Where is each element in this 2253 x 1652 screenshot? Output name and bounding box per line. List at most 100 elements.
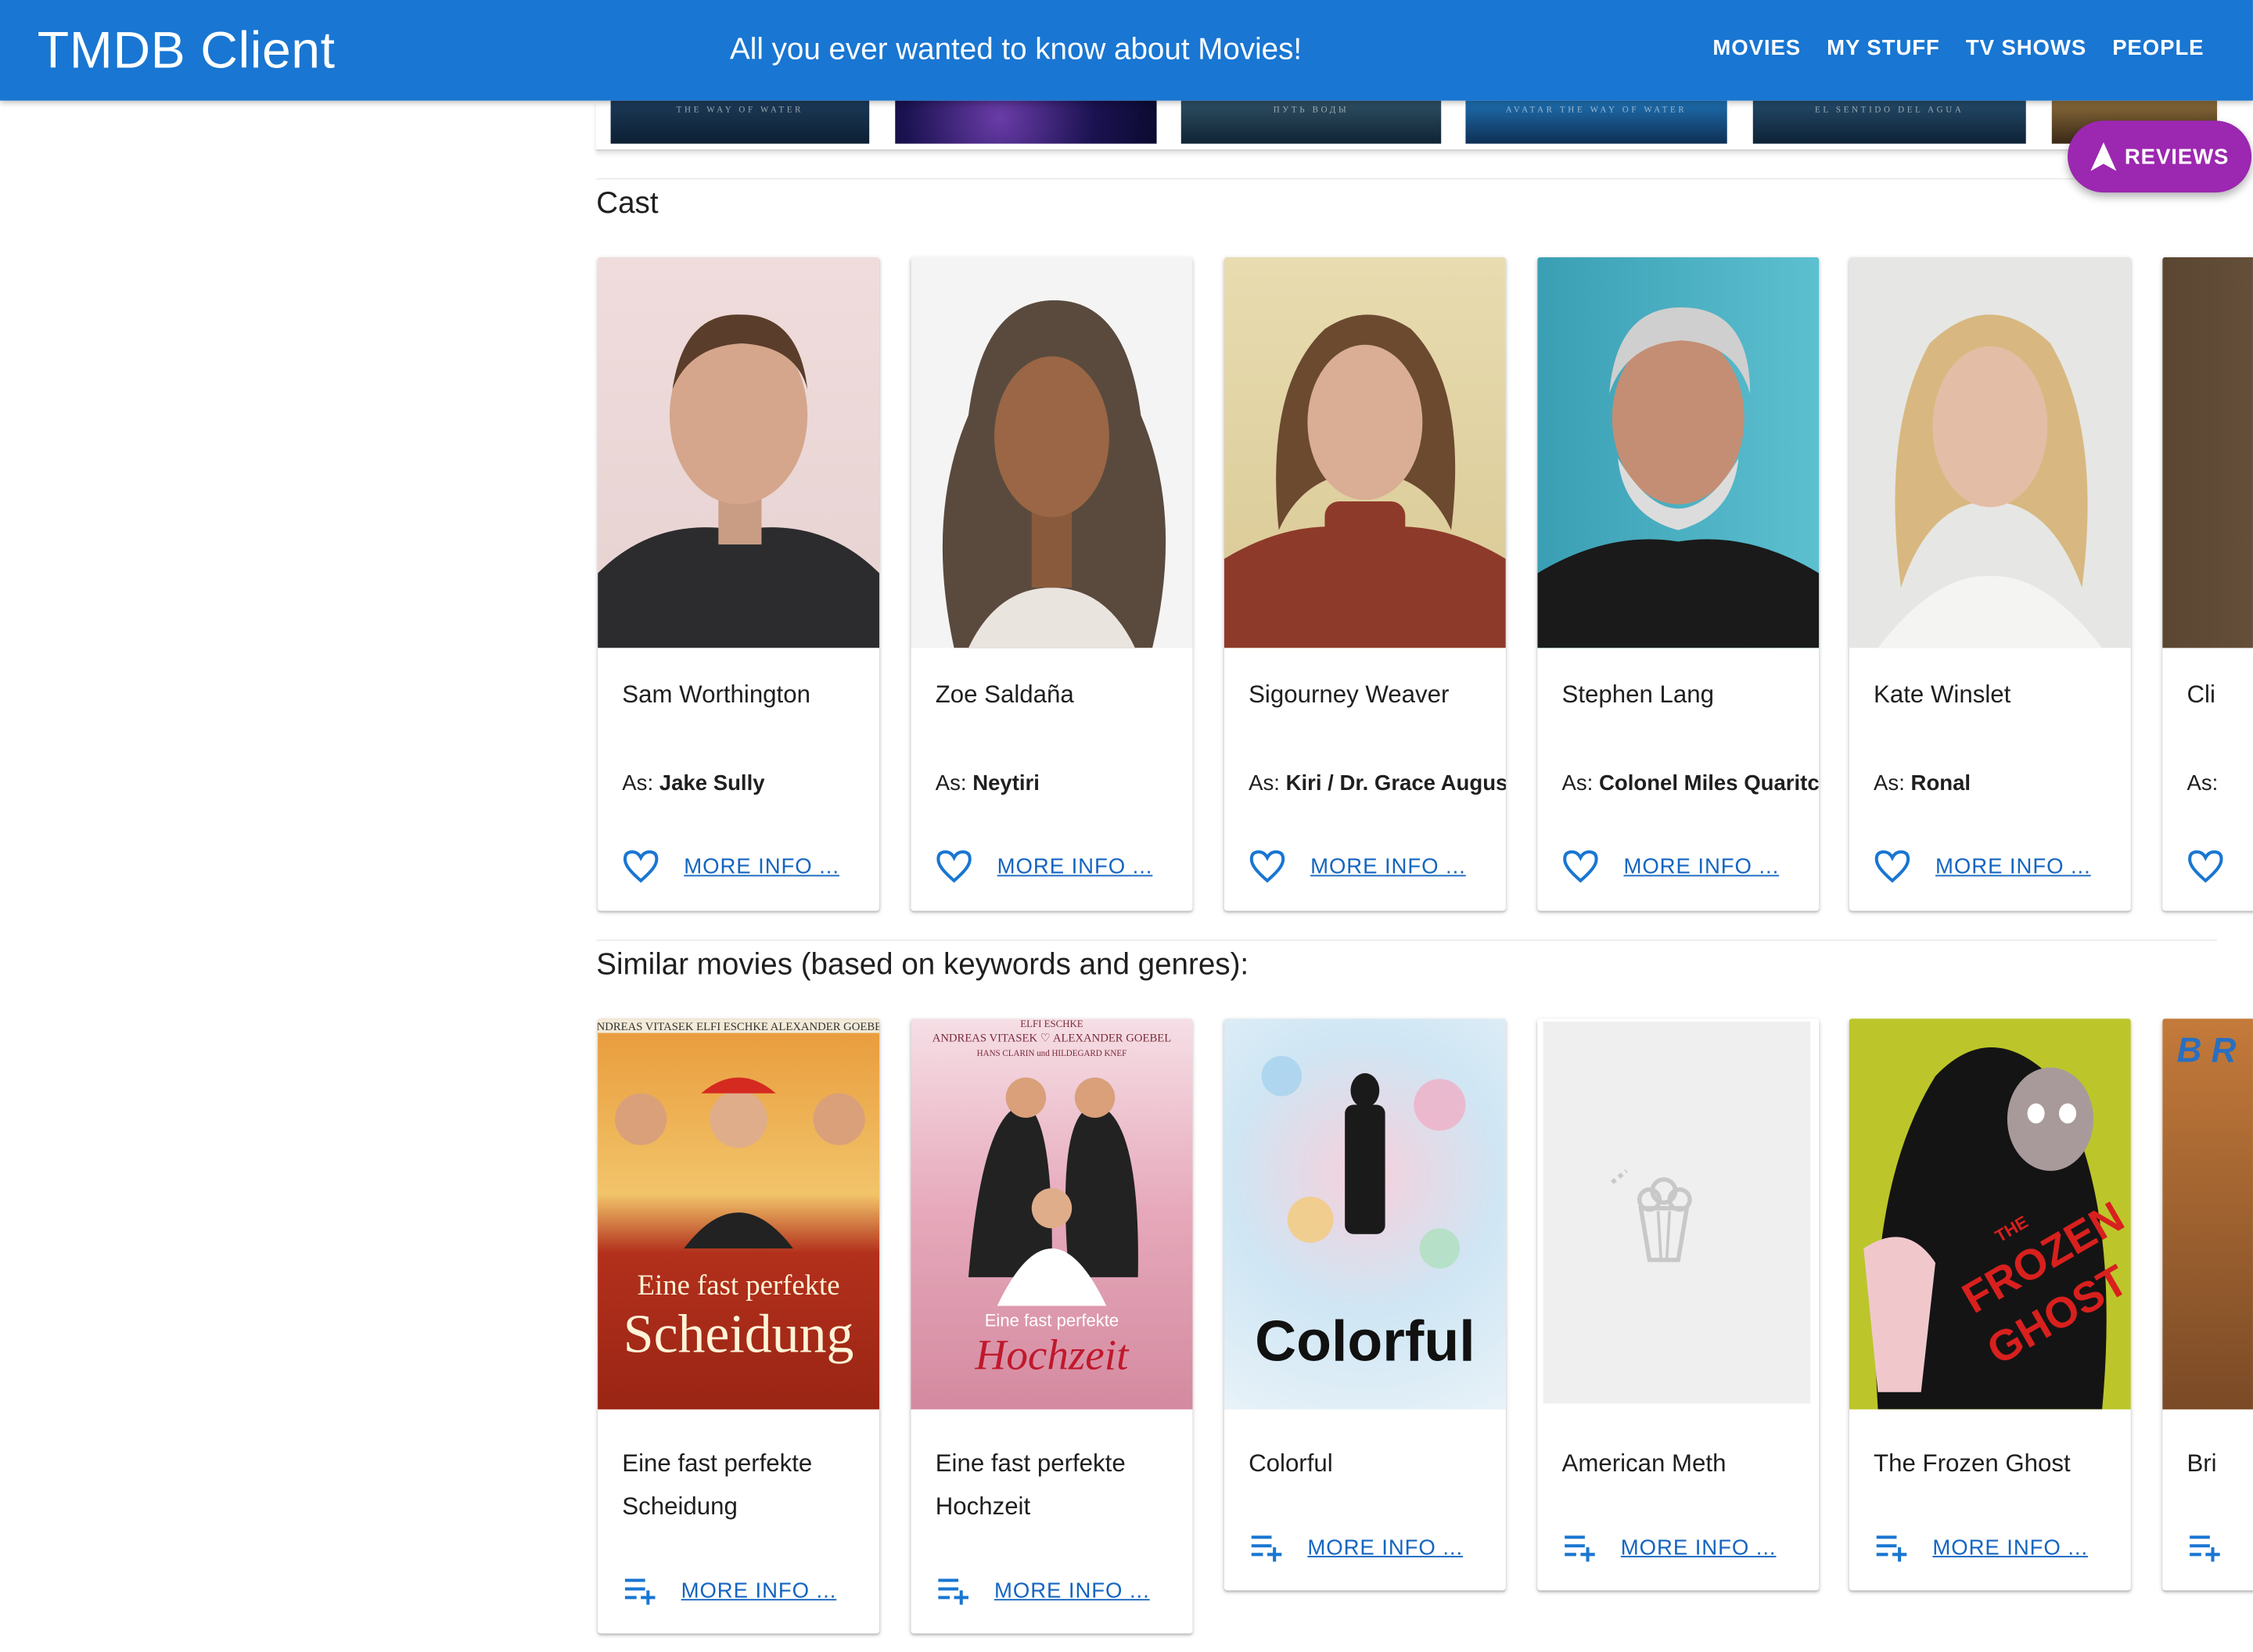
cast-card: Zoe Saldaña As: Neytiri MORE INFO ... (911, 257, 1193, 911)
playlist-add-icon[interactable] (1874, 1533, 1908, 1562)
svg-text:ELFI ESCHKE: ELFI ESCHKE (1020, 1018, 1083, 1029)
cast-card: Kate Winslet As: Ronal MORE INFO ... (1849, 257, 2131, 911)
movie-card: B R Bri (2162, 1018, 2253, 1591)
nav-people[interactable]: PEOPLE (2112, 36, 2204, 60)
section-divider (596, 178, 2218, 180)
person-name: Zoe Saldaña (935, 681, 1074, 709)
similar-section-title: Similar movies (based on keywords and ge… (596, 948, 1249, 982)
person-name: Sigourney Weaver (1249, 681, 1450, 709)
playlist-add-icon[interactable] (1561, 1533, 1596, 1562)
favorite-icon[interactable] (936, 849, 973, 883)
character-name: As: Neytiri (935, 771, 1040, 796)
backdrop-image[interactable]: EL SENTIDO DEL AGUA (1752, 100, 2026, 144)
svg-text:Eine fast perfekte: Eine fast perfekte (985, 1310, 1119, 1330)
movie-title: Colorful (1249, 1449, 1333, 1478)
favorite-icon[interactable] (1561, 849, 1599, 883)
card-actions (2187, 849, 2224, 883)
svg-text:B R: B R (2177, 1031, 2237, 1069)
character-name: As: Ronal (1874, 771, 1971, 796)
more-info-link[interactable]: MORE INFO ... (997, 854, 1153, 878)
movie-card: ELFI ESCHKE ANDREAS VITASEK ♡ ALEXANDER … (911, 1018, 1193, 1634)
favorite-icon[interactable] (1874, 849, 1911, 883)
cast-card: Stephen Lang As: Colonel Miles Quaritch … (1537, 257, 1820, 911)
more-info-link[interactable]: MORE INFO ... (994, 1578, 1150, 1603)
person-photo[interactable] (598, 257, 880, 648)
svg-text:Eine fast perfekte: Eine fast perfekte (638, 1269, 840, 1301)
backdrop-image[interactable]: AVATAR THE WAY OF WATER (1465, 100, 1727, 144)
movie-title: The Frozen Ghost (1874, 1449, 2071, 1478)
card-actions: MORE INFO ... (1874, 1533, 2088, 1562)
person-photo[interactable] (911, 257, 1193, 648)
backdrop-gallery[interactable]: THE WAY OF WATER ПУТЬ ВОДЫ AVATAR THE WA… (596, 100, 2218, 151)
person-name: Kate Winslet (1874, 681, 2011, 709)
more-info-link[interactable]: MORE INFO ... (1935, 854, 2091, 878)
more-info-link[interactable]: MORE INFO ... (1310, 854, 1466, 878)
more-info-link[interactable]: MORE INFO ... (1621, 1535, 1777, 1560)
card-actions (2187, 1533, 2221, 1562)
more-info-link[interactable]: MORE INFO ... (681, 1578, 837, 1603)
card-actions: MORE INFO ... (936, 1576, 1150, 1605)
movie-poster[interactable]: Colorful (1224, 1018, 1506, 1410)
navigation-icon (2090, 142, 2116, 171)
movie-poster[interactable]: ANDREAS VITASEK ELFI ESCHKE ALEXANDER GO… (598, 1018, 880, 1410)
movie-card: FROZEN THE GHOST The Frozen Ghost MORE I… (1849, 1018, 2131, 1591)
card-actions: MORE INFO ... (1561, 1533, 1776, 1562)
person-photo[interactable] (1849, 257, 2131, 648)
playlist-add-icon[interactable] (2187, 1533, 2221, 1562)
movie-poster[interactable]: B R (2162, 1018, 2253, 1410)
card-actions: MORE INFO ... (1249, 1533, 1463, 1562)
more-info-link[interactable]: MORE INFO ... (1307, 1535, 1463, 1560)
card-actions: MORE INFO ... (1249, 849, 1466, 883)
person-photo[interactable] (1537, 257, 1820, 648)
movie-poster[interactable]: ELFI ESCHKE ANDREAS VITASEK ♡ ALEXANDER … (911, 1018, 1193, 1410)
person-name: Cli (2187, 681, 2215, 709)
app-brand[interactable]: TMDB Client (38, 20, 336, 81)
section-divider (596, 939, 2218, 942)
backdrop-image[interactable] (895, 100, 1157, 144)
page: TMDB Client All you ever wanted to know … (0, 0, 2253, 1652)
reviews-label: REVIEWS (2124, 144, 2230, 169)
card-actions: MORE INFO ... (622, 849, 839, 883)
card-actions: MORE INFO ... (622, 1576, 836, 1605)
cast-card: Sigourney Weaver As: Kiri / Dr. Grace Au… (1224, 257, 1506, 911)
svg-text:ANDREAS VITASEK ♡ ALEXANDER GO: ANDREAS VITASEK ♡ ALEXANDER GOEBEL (932, 1032, 1171, 1045)
movie-poster[interactable]: FROZEN THE GHOST (1849, 1018, 2131, 1410)
popcorn-icon (1611, 1169, 1692, 1262)
cast-section-title: Cast (596, 186, 659, 221)
nav-tv-shows[interactable]: TV SHOWS (1966, 36, 2086, 60)
movie-title: American Meth (1561, 1449, 1727, 1478)
nav-my-stuff[interactable]: MY STUFF (1827, 36, 1940, 60)
character-name: As: Colonel Miles Quaritch (1561, 771, 1820, 796)
svg-text:Hochzeit: Hochzeit (975, 1331, 1130, 1378)
character-name: As: Kiri / Dr. Grace August (1249, 771, 1506, 796)
backdrop-image[interactable]: THE WAY OF WATER (610, 100, 870, 144)
favorite-icon[interactable] (1249, 849, 1286, 883)
backdrop-image[interactable]: ПУТЬ ВОДЫ (1180, 100, 1442, 144)
card-actions: MORE INFO ... (1561, 849, 1779, 883)
playlist-add-icon[interactable] (1249, 1533, 1283, 1562)
svg-text:HANS CLARIN und HILDEGARD KNEF: HANS CLARIN und HILDEGARD KNEF (977, 1049, 1127, 1058)
cast-card: Cli As: (2162, 257, 2253, 911)
app-tagline: All you ever wanted to know about Movies… (730, 33, 1303, 66)
movie-title: Eine fast perfekte Hochzeit (935, 1449, 1126, 1521)
playlist-add-icon[interactable] (622, 1576, 656, 1605)
more-info-link[interactable]: MORE INFO ... (1932, 1535, 2088, 1560)
person-photo[interactable] (2162, 257, 2253, 648)
movie-poster-placeholder[interactable] (1537, 1018, 1820, 1410)
movie-title: Eine fast perfekte Scheidung (622, 1449, 813, 1521)
character-name: As: (2187, 771, 2219, 796)
person-name: Sam Worthington (622, 681, 810, 709)
favorite-icon[interactable] (2187, 849, 2224, 883)
svg-text:Colorful: Colorful (1255, 1308, 1475, 1373)
playlist-add-icon[interactable] (936, 1576, 970, 1605)
movie-card: American Meth MORE INFO ... (1537, 1018, 1820, 1591)
nav-movies[interactable]: MOVIES (1712, 36, 1801, 60)
more-info-link[interactable]: MORE INFO ... (684, 854, 839, 878)
more-info-link[interactable]: MORE INFO ... (1623, 854, 1779, 878)
cast-card: Sam Worthington As: Jake Sully MORE INFO… (598, 257, 880, 911)
person-photo[interactable] (1224, 257, 1506, 648)
reviews-button[interactable]: REVIEWS (2068, 120, 2252, 193)
svg-text:ANDREAS VITASEK ELFI ESCHKE: ANDREAS VITASEK ELFI ESCHKE ALEXANDER GO… (598, 1021, 879, 1033)
card-actions: MORE INFO ... (1874, 849, 2091, 883)
favorite-icon[interactable] (622, 849, 659, 883)
